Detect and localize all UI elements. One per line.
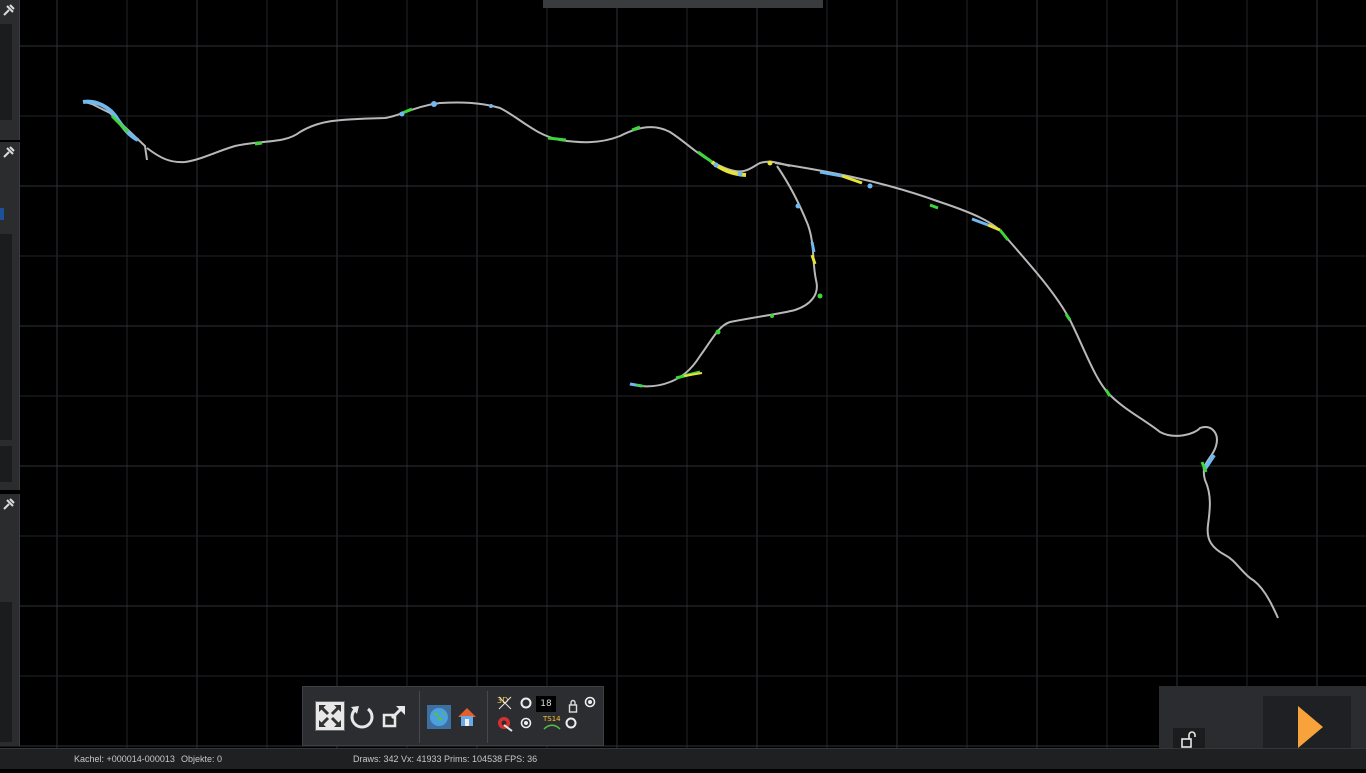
panel-content	[0, 24, 12, 120]
pin-icon[interactable]	[1, 144, 17, 160]
home-button[interactable]	[456, 706, 478, 728]
radio-on-icon	[520, 717, 532, 729]
panel-content	[0, 602, 12, 742]
radio-on-icon	[584, 696, 596, 708]
left-dock-panel-bottom[interactable]	[0, 494, 20, 746]
status-stats: Draws: 342 Vx: 41933 Prims: 104538 FPS: …	[353, 754, 538, 764]
top-panel-handle[interactable]	[543, 0, 823, 8]
fit-view-button[interactable]	[315, 701, 345, 731]
layer-number-field[interactable]: 18	[536, 696, 556, 712]
play-button[interactable]	[1263, 696, 1351, 748]
ts-label: TS14	[543, 715, 561, 723]
track-segment	[629, 165, 818, 388]
panel-content	[0, 234, 12, 440]
rotate-icon	[350, 706, 374, 729]
layer-3d-radio[interactable]	[520, 697, 532, 709]
left-dock-panel-top[interactable]	[0, 0, 20, 140]
play-icon	[1298, 706, 1323, 748]
layer-3d-icon	[498, 696, 512, 710]
radio-off-icon	[520, 697, 532, 709]
snap-radio[interactable]	[520, 717, 532, 729]
reset-view-button[interactable]	[348, 703, 376, 731]
lock-icon	[568, 699, 578, 713]
home-icon	[458, 708, 476, 726]
station-markers	[82, 99, 1216, 473]
pin-icon[interactable]	[1, 2, 17, 18]
status-objects: Objekte: 0	[181, 754, 223, 764]
toolbar-separator	[487, 691, 488, 743]
lock-radio[interactable]	[584, 696, 596, 708]
track-map[interactable]	[0, 0, 1366, 768]
move-arrows-icon	[315, 701, 345, 731]
zoom-button[interactable]	[382, 703, 408, 729]
magnet-icon	[498, 717, 513, 732]
track-segment	[84, 101, 148, 161]
zoom-arrow-icon	[382, 705, 405, 728]
left-dock-panel-middle[interactable]	[0, 142, 20, 490]
radio-off-icon	[565, 717, 577, 729]
toolbar-separator	[419, 691, 420, 743]
pin-icon[interactable]	[1, 496, 17, 512]
track-network	[82, 99, 1279, 619]
view-toolbar: 3D 18 TS14	[302, 686, 604, 746]
status-bar: Kachel: +000014-000013 Objekte: 0 Draws:…	[0, 748, 1366, 769]
map-viewport[interactable]	[0, 0, 1366, 768]
globe-icon	[427, 705, 451, 729]
globe-button[interactable]	[427, 705, 451, 729]
status-tile: Kachel: +000014-000013	[74, 754, 175, 764]
ts-track-icon	[543, 724, 561, 730]
panel-content	[0, 446, 12, 482]
track-segment	[774, 162, 1279, 619]
panel-selection-indicator	[0, 208, 4, 220]
ts-radio[interactable]	[565, 717, 577, 729]
track-segment	[146, 101, 791, 173]
